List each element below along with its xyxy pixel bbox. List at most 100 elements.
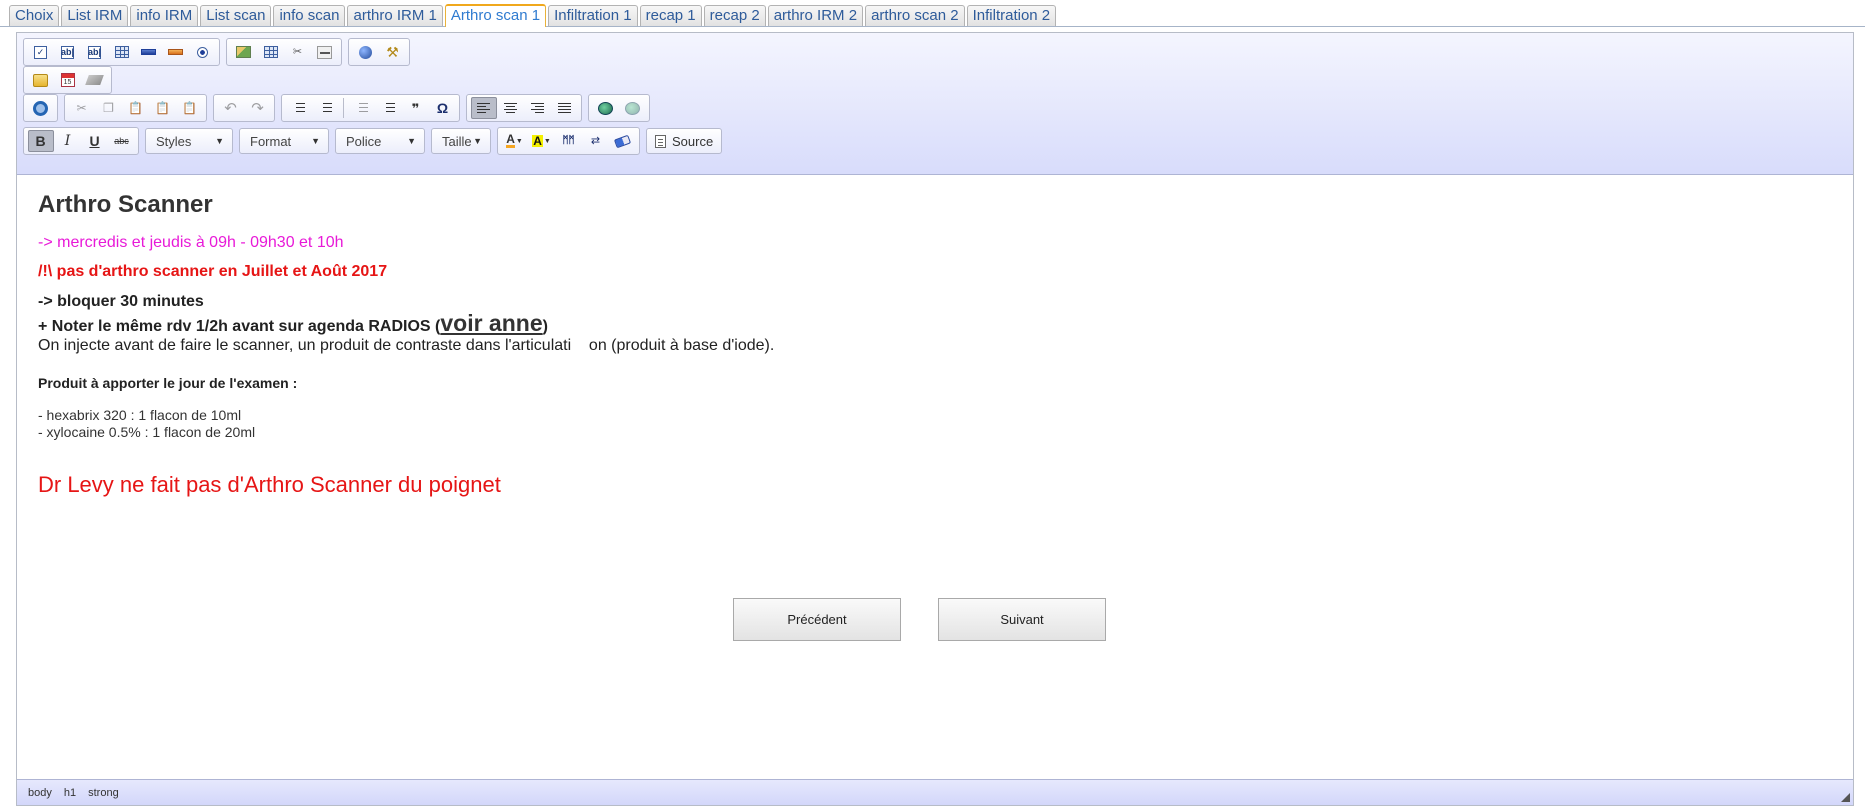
binoculars-icon: ᛗᛗ xyxy=(562,135,575,146)
paste-word-button[interactable]: 📋 xyxy=(177,97,203,119)
radio-button-button[interactable] xyxy=(190,41,216,63)
bg-color-button[interactable]: A ▼ xyxy=(529,130,555,152)
tab-arthro-irm-1[interactable]: arthro IRM 1 xyxy=(347,5,443,26)
tab-infiltration-2[interactable]: Infiltration 2 xyxy=(966,5,1057,26)
image-button-button[interactable] xyxy=(163,41,189,63)
link-group xyxy=(588,94,650,122)
bulleted-list-button[interactable] xyxy=(313,97,339,119)
tab-info-irm[interactable]: info IRM xyxy=(130,5,199,26)
next-button[interactable]: Suivant xyxy=(938,598,1106,641)
tab-arthro-scan-1[interactable]: Arthro scan 1 xyxy=(444,4,547,27)
page-break-button[interactable] xyxy=(82,69,108,91)
insert-flash-button[interactable]: ✂ xyxy=(285,41,311,63)
unlink-icon xyxy=(625,101,640,115)
link-button[interactable] xyxy=(593,97,619,119)
font-dropdown[interactable]: Police ▼ xyxy=(335,128,425,154)
spellcheck-button[interactable] xyxy=(353,41,379,63)
tab-arthro-irm-2[interactable]: arthro IRM 2 xyxy=(767,5,864,26)
align-group xyxy=(466,94,582,122)
tab-choix[interactable]: Choix xyxy=(9,5,60,26)
indent-button[interactable] xyxy=(376,97,402,119)
history-group: ↶ ↷ xyxy=(213,94,275,122)
button-element-button[interactable] xyxy=(136,41,162,63)
flash-icon: ✂ xyxy=(292,45,303,58)
text-color-button[interactable]: A ▼ xyxy=(502,130,528,152)
italic-icon: I xyxy=(64,133,71,149)
text-field-button[interactable]: ab| xyxy=(55,41,81,63)
styles-dropdown[interactable]: Styles ▼ xyxy=(145,128,233,154)
path-h1[interactable]: h1 xyxy=(64,787,76,799)
checkbox-button[interactable]: ✓ xyxy=(28,41,54,63)
paste-word-icon: 📋 xyxy=(182,101,197,115)
align-center-icon xyxy=(504,102,517,114)
textarea-button[interactable]: ab| xyxy=(82,41,108,63)
underline-icon: U xyxy=(89,133,100,149)
paste-button[interactable]: 📋 xyxy=(123,97,149,119)
chevron-down-icon: ▼ xyxy=(543,137,551,145)
strike-button[interactable]: abc xyxy=(109,130,135,152)
resize-handle[interactable] xyxy=(1841,793,1850,802)
unlink-button[interactable] xyxy=(620,97,646,119)
misc-group: 15 xyxy=(23,66,112,94)
redo-icon: ↷ xyxy=(251,99,264,117)
tab-bar: Choix List IRM info IRM List scan info s… xyxy=(0,0,1865,27)
tab-info-scan[interactable]: info scan xyxy=(273,5,346,26)
source-button[interactable]: Source xyxy=(646,128,723,154)
rich-text-editor: ✓ ab| ab| ✂ ⚒ 15 ✂ ❐ 📋 📋 📋 ↶ ↷ ❞ Ω B I U… xyxy=(16,32,1854,806)
numbered-list-button[interactable] xyxy=(286,97,312,119)
path-body[interactable]: body xyxy=(28,787,52,799)
tab-arthro-scan-2[interactable]: arthro scan 2 xyxy=(865,5,965,26)
smiley-button[interactable] xyxy=(28,69,54,91)
paste-text-button[interactable]: 📋 xyxy=(150,97,176,119)
format-dropdown[interactable]: Format ▼ xyxy=(239,128,329,154)
align-justify-button[interactable] xyxy=(552,97,578,119)
bold-button[interactable]: B xyxy=(27,130,54,152)
remove-format-button[interactable] xyxy=(610,130,636,152)
tab-infiltration-1[interactable]: Infiltration 1 xyxy=(548,5,638,26)
voir-anne-link[interactable]: voir anne xyxy=(440,310,542,336)
tab-recap-1[interactable]: recap 1 xyxy=(639,5,702,26)
undo-button[interactable]: ↶ xyxy=(218,97,244,119)
tab-recap-2[interactable]: recap 2 xyxy=(703,5,766,26)
underline-button[interactable]: U xyxy=(82,130,108,152)
align-right-button[interactable] xyxy=(525,97,551,119)
link-icon xyxy=(598,101,613,115)
italic-button[interactable]: I xyxy=(55,130,81,152)
select-field-button[interactable] xyxy=(109,41,135,63)
special-char-button[interactable]: Ω xyxy=(430,97,456,119)
radio-icon xyxy=(197,46,208,58)
toolbar-row-format: B I U abc Styles ▼ Format ▼ Police ▼ Taille… xyxy=(23,127,723,155)
replace-button[interactable]: ⇄ xyxy=(583,130,609,152)
path-strong[interactable]: strong xyxy=(88,787,119,799)
globe-icon xyxy=(359,45,372,59)
paste-text-icon: 📋 xyxy=(155,101,170,115)
doctor-notice: Dr Levy ne fait pas d'Arthro Scanner du … xyxy=(38,472,501,497)
find-button[interactable]: ᛗᛗ xyxy=(556,130,582,152)
cut-button[interactable]: ✂ xyxy=(69,97,95,119)
blockquote-button[interactable]: ❞ xyxy=(403,97,429,119)
size-dropdown[interactable]: Taille ▼ xyxy=(431,128,491,154)
editor-content[interactable]: Arthro Scanner -> mercredis et jeudis à … xyxy=(17,175,1853,779)
page-break-icon xyxy=(85,75,104,85)
tab-list-irm[interactable]: List IRM xyxy=(61,5,129,26)
redo-button[interactable]: ↷ xyxy=(245,97,271,119)
align-left-button[interactable] xyxy=(470,97,497,119)
outdent-button[interactable] xyxy=(349,97,375,119)
source-label: Source xyxy=(672,133,714,149)
bold-icon: B xyxy=(35,133,46,149)
maximize-button[interactable] xyxy=(28,97,54,119)
gear-icon xyxy=(33,100,48,116)
chevron-down-icon: ▼ xyxy=(311,136,320,146)
align-center-button[interactable] xyxy=(498,97,524,119)
insert-image-button[interactable] xyxy=(231,41,257,63)
separator xyxy=(343,98,344,118)
previous-button[interactable]: Précédent xyxy=(733,598,901,641)
tab-list-scan[interactable]: List scan xyxy=(200,5,272,26)
calendar-button[interactable]: 15 xyxy=(55,69,81,91)
radios-note-prefix: + Noter le même rdv 1/2h avant sur agend… xyxy=(38,318,441,335)
indent-icon xyxy=(382,102,395,114)
copy-button[interactable]: ❐ xyxy=(96,97,122,119)
insert-table-button[interactable] xyxy=(258,41,284,63)
about-button[interactable]: ⚒ xyxy=(380,41,406,63)
horizontal-rule-button[interactable] xyxy=(312,41,338,63)
